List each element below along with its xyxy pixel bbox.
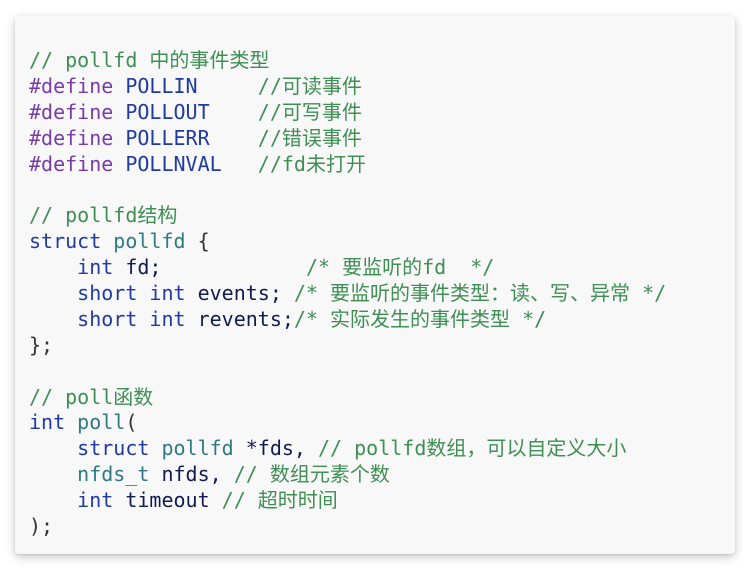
code-token: //错误事件 (257, 125, 362, 150)
code-token: #define (29, 151, 114, 176)
code-token: ( (125, 410, 138, 435)
code-token: int (29, 410, 66, 435)
code-token: poll (77, 410, 126, 435)
code-token: POLLOUT (113, 99, 258, 124)
code-token: struct (29, 229, 102, 254)
code-token: short int (29, 281, 186, 306)
code-block: // pollfd 中的事件类型 #define POLLIN //可读事件 #de… (29, 48, 666, 540)
code-token: int (29, 488, 114, 513)
code-token: short int (29, 306, 186, 331)
code-token: ); (29, 514, 54, 539)
code-token: pollfd (113, 229, 186, 254)
code-token: // 超时时间 (221, 488, 338, 513)
code-token: // 数组元素个数 (233, 462, 390, 487)
code-token: #define (29, 73, 114, 98)
code-line: nfds_t nfds, // 数组元素个数 (29, 462, 666, 488)
code-line: int fd; /* 要监听的fd */ (29, 255, 666, 281)
code-token: //可读事件 (257, 73, 362, 98)
code-line: int poll( (29, 410, 666, 436)
code-token: POLLERR (113, 125, 258, 150)
code-token: }; (29, 332, 54, 357)
code-card: // pollfd 中的事件类型 #define POLLIN //可读事件 #de… (15, 16, 735, 554)
code-line: ); (29, 514, 666, 540)
code-token: /* 要监听的fd */ (305, 255, 495, 280)
code-line: int timeout // 超时时间 (29, 488, 666, 514)
code-token: POLLIN (113, 73, 258, 98)
code-line: #define POLLNVAL //fd未打开 (29, 152, 666, 178)
code-token: // pollfd 中的事件类型 (29, 48, 270, 72)
code-token: POLLNVAL (113, 151, 258, 176)
code-line: struct pollfd *fds, // pollfd数组，可以自定义大小 (29, 436, 666, 462)
code-token: { (185, 229, 210, 254)
code-token: // poll函数 (29, 384, 154, 409)
code-token: //可写事件 (257, 99, 362, 124)
code-token: nfds, (149, 462, 234, 487)
code-line: }; (29, 333, 666, 359)
code-line: struct pollfd { (29, 229, 666, 255)
code-token: //fd未打开 (257, 151, 366, 176)
code-token: pollfd (161, 436, 234, 461)
code-line: short int revents;/* 实际发生的事件类型 */ (29, 307, 666, 333)
code-token: /* 实际发生的事件类型 */ (293, 306, 547, 331)
code-line: // poll函数 (29, 385, 666, 411)
code-token: revents; (185, 306, 294, 331)
code-token: *fds, (233, 436, 319, 461)
code-line: #define POLLERR //错误事件 (29, 126, 666, 152)
code-token: events; (185, 281, 294, 306)
code-token: timeout (113, 488, 222, 513)
code-line: #define POLLIN //可读事件 (29, 74, 666, 100)
code-token: nfds_t (29, 462, 150, 487)
code-token: struct (29, 436, 150, 461)
code-token: int (29, 255, 114, 280)
code-token: #define (29, 125, 114, 150)
code-token: // pollfd数组，可以自定义大小 (318, 436, 627, 461)
code-line: short int events; /* 要监听的事件类型：读、写、异常 */ (29, 281, 666, 307)
code-line: #define POLLOUT //可写事件 (29, 100, 666, 126)
code-line: // pollfd 中的事件类型 (29, 48, 666, 74)
code-token: // pollfd结构 (29, 203, 178, 228)
code-line: // pollfd结构 (29, 203, 666, 229)
code-token: /* 要监听的事件类型：读、写、异常 */ (293, 281, 667, 306)
code-token: #define (29, 99, 114, 124)
code-token: fd; (113, 255, 306, 280)
